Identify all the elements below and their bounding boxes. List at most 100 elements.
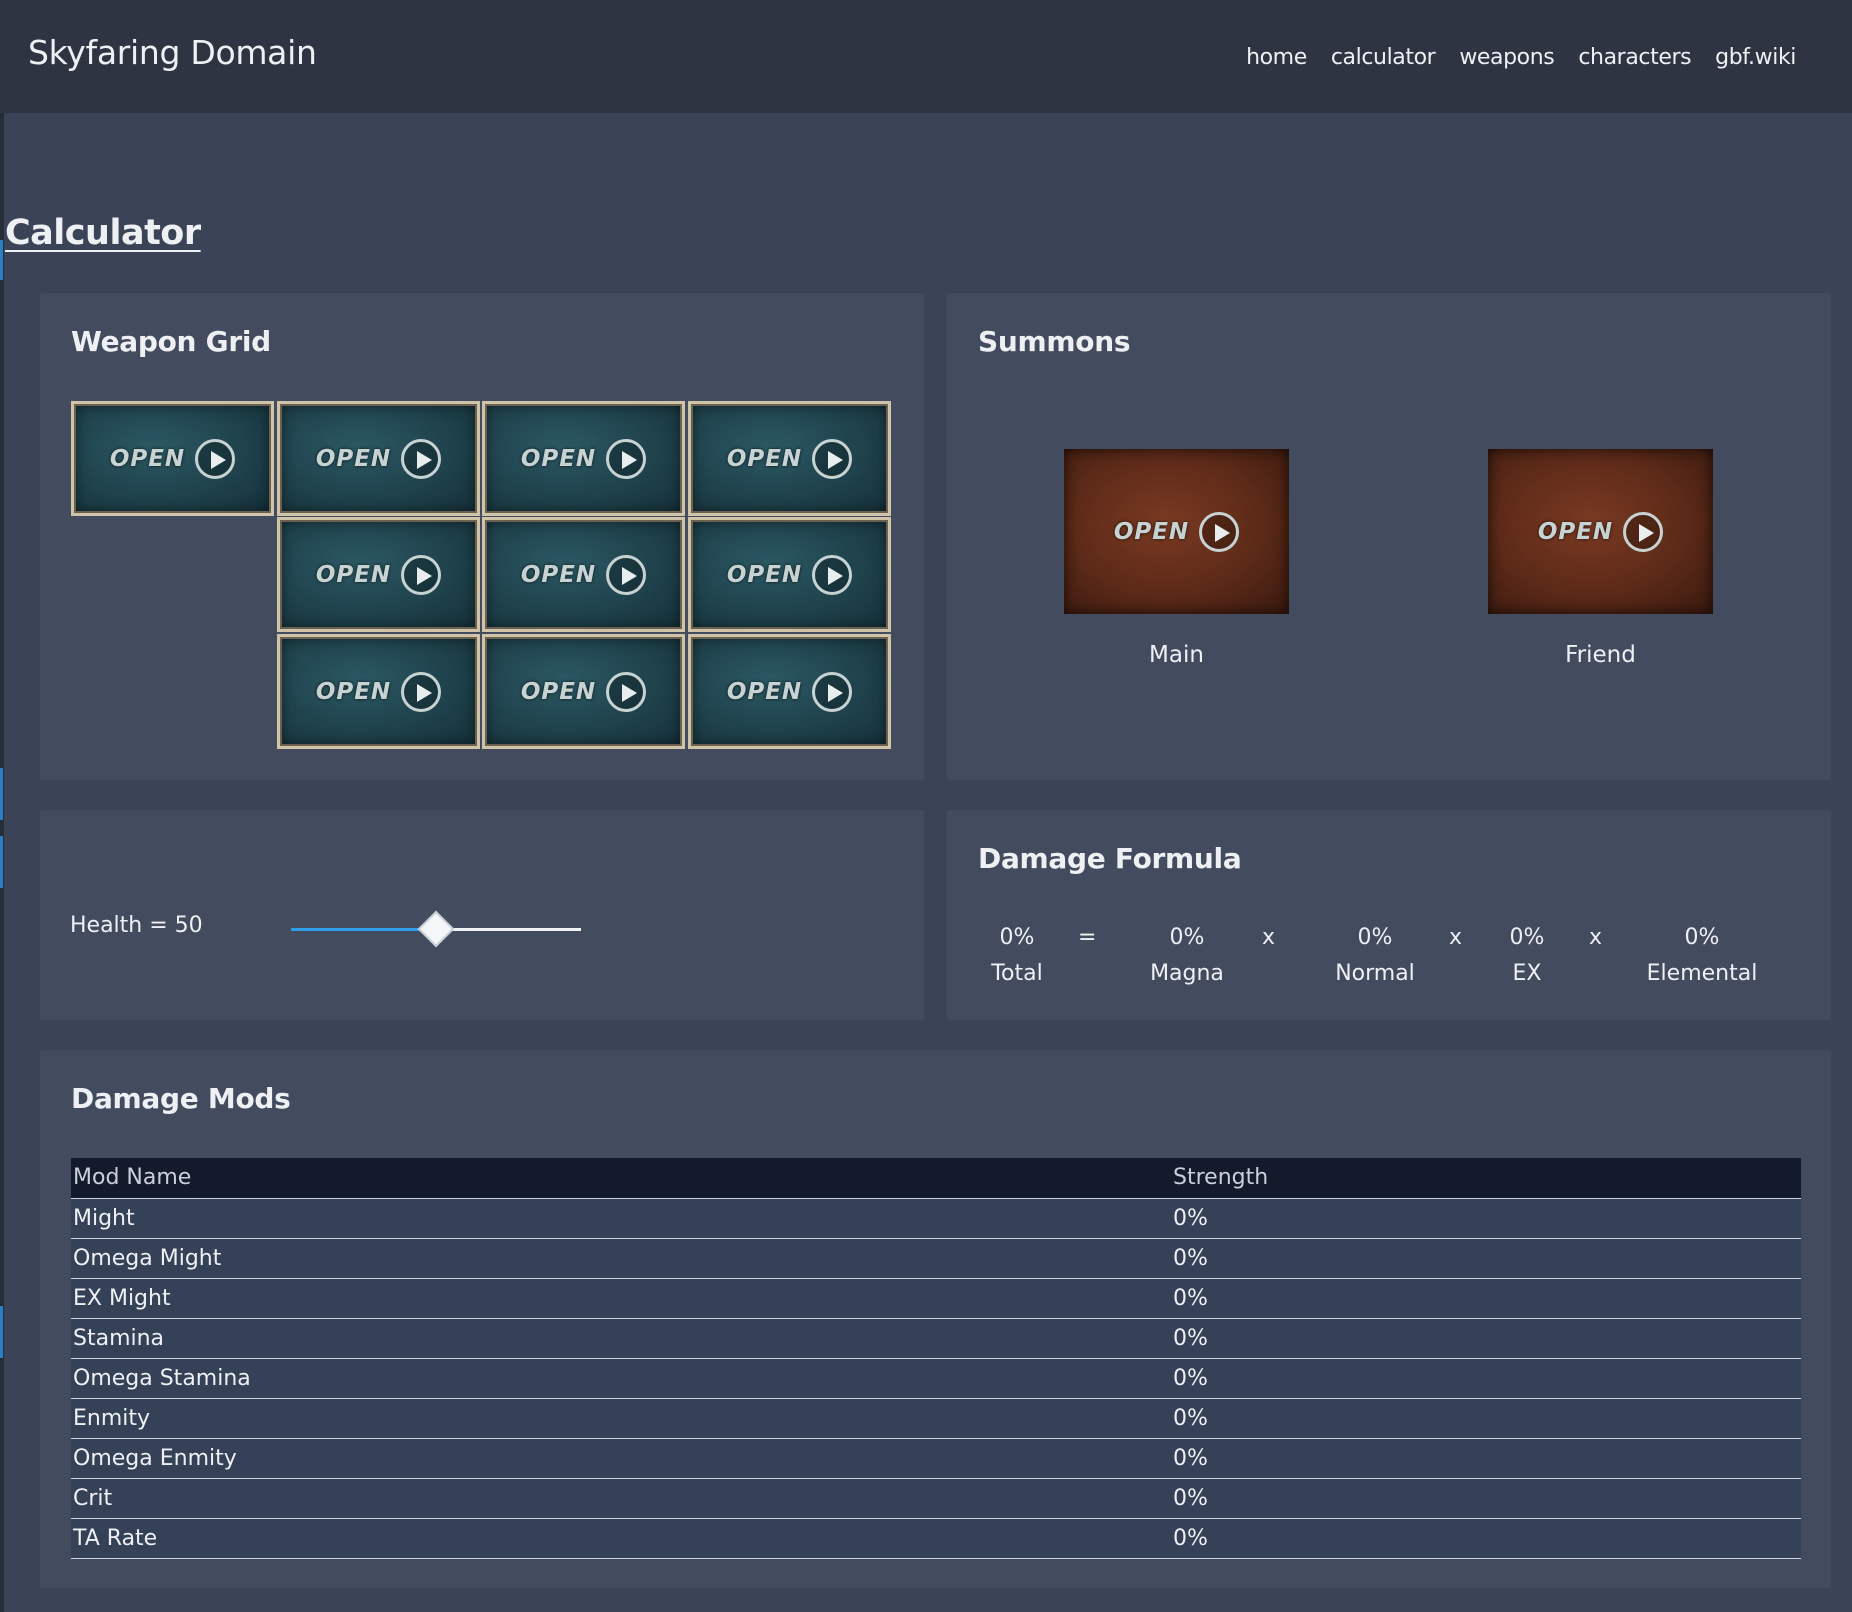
- formula-term-normal: 0% Normal: [1315, 925, 1435, 986]
- nav-home-link[interactable]: home: [1246, 45, 1307, 70]
- weapon-slot[interactable]: OPEN: [277, 517, 480, 632]
- slider-fill: [291, 928, 436, 931]
- play-icon: [812, 438, 853, 479]
- mod-name-cell: Enmity: [71, 1398, 1171, 1439]
- open-label: OPEN: [726, 445, 803, 472]
- summons-card: Summons OPEN Main OPEN Friend: [947, 293, 1831, 780]
- damage-mods-card: Damage Mods Mod Name Strength Might 0% Om…: [40, 1050, 1831, 1588]
- table-row: Crit 0%: [71, 1478, 1801, 1519]
- health-label: Health = 50: [70, 913, 203, 938]
- main-nav: home calculator weapons characters gbf.w…: [1222, 45, 1796, 70]
- health-slider[interactable]: [291, 910, 581, 948]
- play-icon: [401, 554, 442, 595]
- table-row: EX Might 0%: [71, 1278, 1801, 1319]
- summon-friend-label: Friend: [1565, 642, 1636, 668]
- mod-strength-cell: 0%: [1171, 1318, 1801, 1359]
- damage-formula-title: Damage Formula: [978, 842, 1242, 875]
- weapon-slot[interactable]: OPEN: [277, 634, 480, 749]
- column-header-strength: Strength: [1171, 1158, 1801, 1199]
- open-label: OPEN: [520, 678, 597, 705]
- play-icon: [401, 671, 442, 712]
- open-label: OPEN: [315, 561, 392, 588]
- nav-characters-link[interactable]: characters: [1578, 45, 1691, 70]
- mod-strength-cell: 0%: [1171, 1518, 1801, 1559]
- play-icon: [1199, 511, 1240, 552]
- multiply-operator: x: [1262, 925, 1276, 950]
- open-label: OPEN: [520, 561, 597, 588]
- mod-strength-cell: 0%: [1171, 1278, 1801, 1319]
- damage-formula-card: Damage Formula 0% Total = 0% Magna x 0% …: [947, 810, 1831, 1020]
- term-label: Total: [991, 961, 1043, 986]
- play-icon: [812, 554, 853, 595]
- nav-calculator-link[interactable]: calculator: [1331, 45, 1436, 70]
- open-label: OPEN: [315, 678, 392, 705]
- mod-strength-cell: 0%: [1171, 1478, 1801, 1519]
- term-label: Normal: [1335, 961, 1415, 986]
- weapon-slot[interactable]: OPEN: [688, 401, 891, 516]
- mod-name-cell: Crit: [71, 1478, 1171, 1519]
- slider-thumb[interactable]: [417, 910, 455, 948]
- brand-title[interactable]: Skyfaring Domain: [28, 33, 317, 72]
- summon-slot-main[interactable]: OPEN: [1064, 449, 1289, 614]
- term-value: 0%: [999, 925, 1035, 950]
- nav-gbf-wiki-link[interactable]: gbf.wiki: [1715, 45, 1796, 70]
- summon-slot-friend[interactable]: OPEN: [1488, 449, 1713, 614]
- weapon-slot[interactable]: OPEN: [482, 634, 685, 749]
- play-icon: [606, 671, 647, 712]
- edge-marker: [0, 768, 3, 820]
- table-row: Enmity 0%: [71, 1398, 1801, 1439]
- formula-term-ex: 0% EX: [1492, 925, 1562, 986]
- mod-name-cell: TA Rate: [71, 1518, 1171, 1559]
- nav-weapons-link[interactable]: weapons: [1459, 45, 1554, 70]
- damage-mods-table: Mod Name Strength Might 0% Omega Might 0% …: [71, 1158, 1801, 1559]
- mod-strength-cell: 0%: [1171, 1398, 1801, 1439]
- formula-term-total: 0% Total: [977, 925, 1057, 986]
- mod-name-cell: Omega Stamina: [71, 1358, 1171, 1399]
- mod-name-cell: EX Might: [71, 1278, 1171, 1319]
- table-row: Omega Stamina 0%: [71, 1358, 1801, 1399]
- weapon-slot[interactable]: OPEN: [688, 517, 891, 632]
- weapon-slot[interactable]: OPEN: [482, 401, 685, 516]
- formula-term-elemental: 0% Elemental: [1637, 925, 1767, 986]
- weapon-grid-title: Weapon Grid: [71, 325, 271, 358]
- weapon-slot[interactable]: OPEN: [277, 401, 480, 516]
- play-icon: [606, 554, 647, 595]
- mod-name-cell: Omega Enmity: [71, 1438, 1171, 1479]
- formula-term-magna: 0% Magna: [1132, 925, 1242, 986]
- damage-mods-title: Damage Mods: [71, 1082, 291, 1115]
- table-row: Stamina 0%: [71, 1318, 1801, 1359]
- health-card: Health = 50: [40, 810, 924, 1020]
- column-header-mod-name: Mod Name: [71, 1158, 1171, 1199]
- edge-marker: [0, 1306, 3, 1358]
- open-label: OPEN: [1537, 518, 1614, 545]
- play-icon: [195, 438, 236, 479]
- weapon-slot[interactable]: OPEN: [482, 517, 685, 632]
- equals-operator: =: [1078, 925, 1097, 950]
- table-row: Omega Enmity 0%: [71, 1438, 1801, 1479]
- mod-name-cell: Stamina: [71, 1318, 1171, 1359]
- summon-main-label: Main: [1149, 642, 1204, 668]
- page-title[interactable]: Calculator: [5, 213, 201, 253]
- open-label: OPEN: [315, 445, 392, 472]
- table-row: Omega Might 0%: [71, 1238, 1801, 1279]
- play-icon: [1623, 511, 1664, 552]
- formula-row: 0% Total = 0% Magna x 0% Normal x 0% EX …: [947, 925, 1831, 995]
- open-label: OPEN: [726, 561, 803, 588]
- mod-strength-cell: 0%: [1171, 1238, 1801, 1279]
- mod-name-cell: Might: [71, 1198, 1171, 1239]
- mod-strength-cell: 0%: [1171, 1198, 1801, 1239]
- table-row: TA Rate 0%: [71, 1518, 1801, 1559]
- play-icon: [606, 438, 647, 479]
- open-label: OPEN: [520, 445, 597, 472]
- term-value: 0%: [1509, 925, 1545, 950]
- mod-strength-cell: 0%: [1171, 1358, 1801, 1399]
- table-header-row: Mod Name Strength: [71, 1158, 1801, 1199]
- weapon-slot[interactable]: OPEN: [688, 634, 891, 749]
- summons-title: Summons: [978, 325, 1131, 358]
- left-edge: [0, 0, 4, 1612]
- play-icon: [401, 438, 442, 479]
- open-label: OPEN: [1113, 518, 1190, 545]
- weapon-slot-main[interactable]: OPEN: [71, 401, 274, 516]
- term-value: 0%: [1169, 925, 1205, 950]
- open-label: OPEN: [726, 678, 803, 705]
